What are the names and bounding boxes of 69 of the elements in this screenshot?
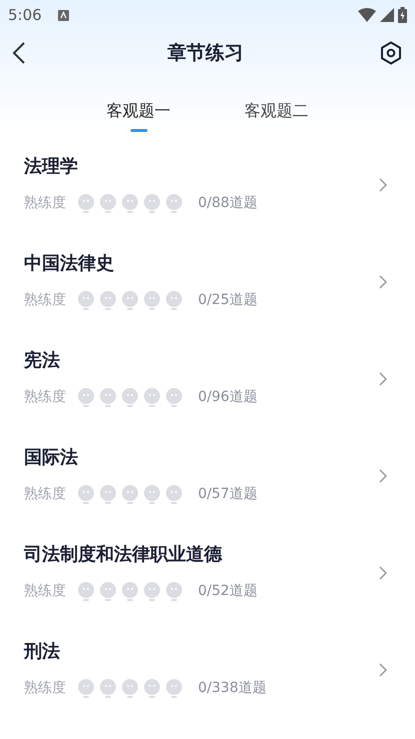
chevron-right-icon [379, 274, 387, 288]
tab[interactable]: 客观题一 [106, 98, 170, 132]
bulb-icon [122, 582, 138, 601]
proficiency-label: 熟练度 [24, 582, 66, 601]
question-count: 0/25道题 [198, 291, 258, 310]
bulb-icon [122, 485, 138, 504]
chapter-title: 中国法律史 [24, 252, 115, 276]
chapter-title: 宪法 [24, 349, 61, 373]
bulb-icon [144, 582, 160, 601]
chevron-right-icon [379, 178, 387, 192]
bulb-icon [144, 291, 160, 310]
bulb-icon [100, 291, 116, 310]
bulb-icon [166, 291, 182, 310]
battery-icon [398, 7, 407, 23]
bulb-icon [122, 194, 138, 213]
proficiency-label: 熟练度 [24, 679, 66, 698]
bulb-icon [144, 485, 160, 504]
chapter-item[interactable]: 国际法 熟练度 0/57道题 [0, 427, 415, 524]
settings-button[interactable] [379, 41, 403, 65]
tab[interactable]: 客观题二 [244, 98, 308, 132]
bulb-icon [166, 485, 182, 504]
bulb-icon [122, 679, 138, 698]
question-count: 0/52道题 [198, 582, 258, 601]
bulb-icon [166, 388, 182, 407]
proficiency-label: 熟练度 [24, 291, 66, 310]
proficiency-label: 熟练度 [24, 485, 66, 504]
bulb-icon [100, 388, 116, 407]
chapter-title: 司法制度和法律职业道德 [24, 543, 224, 567]
proficiency-label: 熟练度 [24, 194, 66, 213]
bulb-icon [144, 388, 160, 407]
chevron-right-icon [379, 662, 387, 676]
bulb-icon [100, 194, 116, 213]
question-count: 0/96道题 [198, 388, 258, 407]
question-count: 0/88道题 [198, 194, 258, 213]
bulb-icon [166, 582, 182, 601]
bulb-icon [78, 194, 94, 213]
bulb-icon [166, 194, 182, 213]
proficiency-label: 熟练度 [24, 388, 66, 407]
notification-icon [58, 10, 69, 20]
bulb-icon [166, 679, 182, 698]
signal-icon [380, 8, 394, 22]
bulb-icon [144, 679, 160, 698]
bulb-icon [78, 485, 94, 504]
status-time: 5:06 [8, 4, 42, 26]
bulb-icon [78, 291, 94, 310]
chapter-title: 法理学 [24, 155, 79, 179]
bulb-icon [78, 582, 94, 601]
chapter-title: 刑法 [24, 640, 61, 664]
chapter-item[interactable]: 中国法律史 熟练度 0/25道题 [0, 233, 415, 330]
page-title: 章节练习 [168, 40, 244, 66]
chapter-item[interactable]: 宪法 熟练度 0/96道题 [0, 330, 415, 427]
chapter-item[interactable]: 法理学 熟练度 0/88道题 [0, 136, 415, 233]
chevron-right-icon [379, 372, 387, 386]
bulb-icon [122, 291, 138, 310]
chevron-right-icon [379, 566, 387, 580]
bulb-icon [78, 679, 94, 698]
chapter-item[interactable]: 刑法 熟练度 0/338道题 [0, 621, 415, 718]
wifi-icon [358, 8, 376, 22]
bulb-icon [100, 485, 116, 504]
question-count: 0/57道题 [198, 485, 258, 504]
bulb-icon [100, 582, 116, 601]
bulb-icon [100, 679, 116, 698]
chapter-item[interactable]: 司法制度和法律职业道德 熟练度 0/52道题 [0, 524, 415, 621]
question-count: 0/338道题 [198, 679, 266, 698]
bulb-icon [144, 194, 160, 213]
chapter-title: 国际法 [24, 446, 79, 470]
bulb-icon [122, 388, 138, 407]
bulb-icon [78, 388, 94, 407]
chevron-right-icon [379, 468, 387, 482]
